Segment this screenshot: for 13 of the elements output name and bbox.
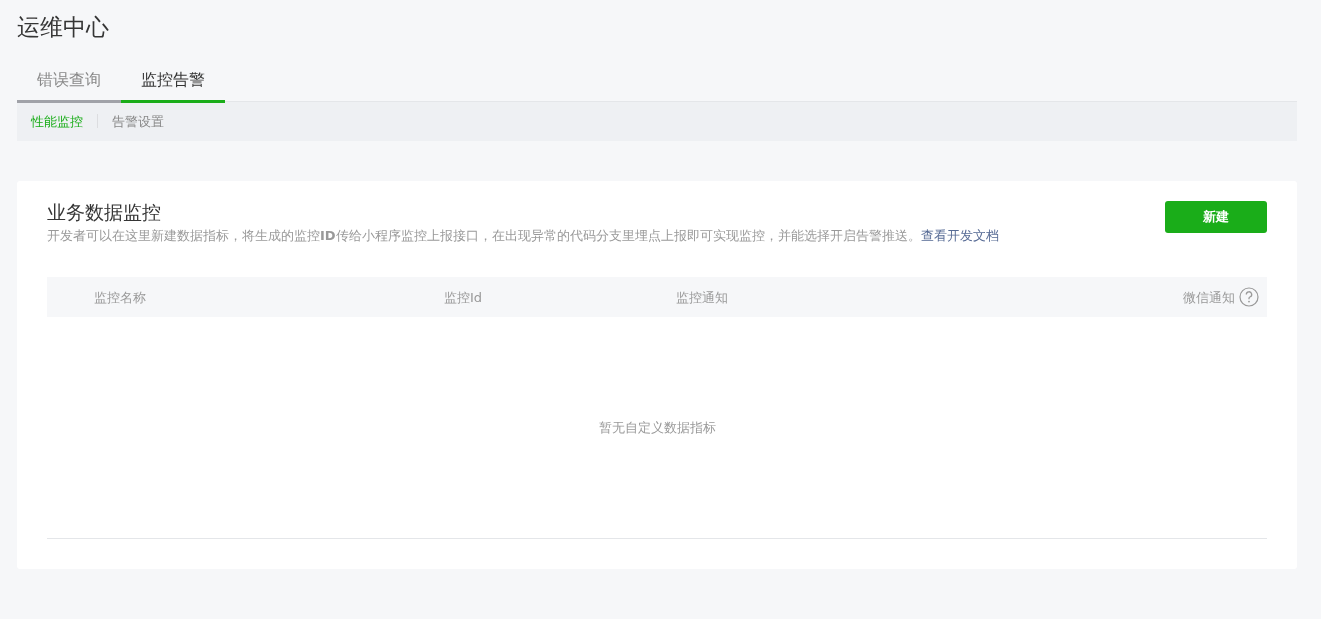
- page-title: 运维中心: [17, 14, 110, 42]
- empty-message: 暂无自定义数据指标: [598, 419, 716, 438]
- sub-tab[interactable]: 告警设置: [112, 111, 164, 132]
- sub-tab[interactable]: 性能监控: [31, 111, 83, 132]
- column-header: 微信通知: [1183, 288, 1235, 307]
- new-button[interactable]: 新建: [1165, 201, 1267, 234]
- panel-title: 业务数据监控: [47, 201, 162, 224]
- help-icon[interactable]: [1239, 287, 1259, 308]
- column-header: 监控通知: [676, 288, 728, 307]
- column-header: 监控名称: [94, 288, 146, 307]
- column-header: 监控Id: [444, 288, 483, 307]
- doc-link[interactable]: 查看开发文档: [920, 227, 999, 243]
- description-text: 开发者可以在这里新建数据指标，将生成的监控ID传给小程序监控上报接口，在出现异常的代码分支里埋点上报即可实现监控，并能选择开启告警推送。查看开发文档: [47, 226, 999, 245]
